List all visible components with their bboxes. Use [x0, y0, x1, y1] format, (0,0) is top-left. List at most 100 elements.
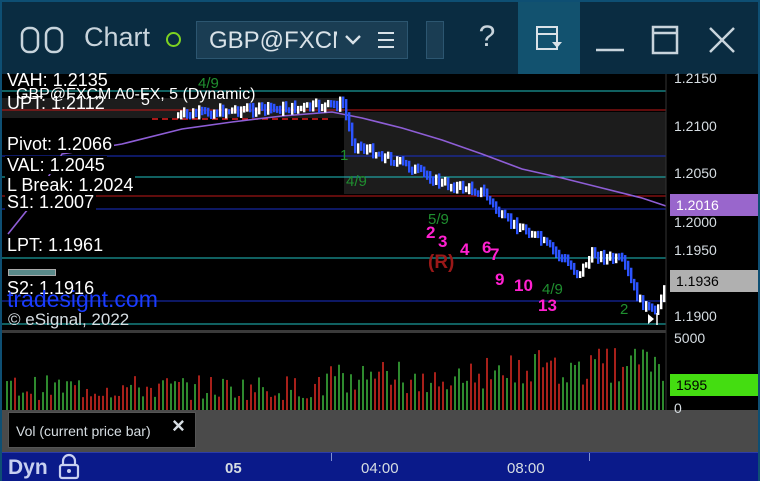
volume-bar	[58, 379, 60, 410]
volume-bar	[570, 362, 572, 410]
study-label[interactable]: Vol (current price bar)	[8, 412, 196, 448]
volume-bar	[510, 355, 512, 410]
window-title: Chart	[84, 22, 151, 52]
volume-bar	[294, 378, 296, 410]
volume-bar	[162, 380, 164, 410]
volume-bar	[330, 366, 332, 410]
price-chart[interactable]: 4/9 1 4/9 5/9 4/9 2	[2, 74, 758, 452]
price-bar	[576, 269, 579, 279]
volume-bar	[6, 381, 8, 410]
dock-icon	[536, 26, 562, 50]
volume-bar	[590, 355, 592, 410]
help-button[interactable]: ?	[472, 20, 502, 54]
volume-bar	[206, 393, 208, 410]
price-bar	[549, 239, 552, 248]
volume-bar	[266, 391, 268, 410]
price-bar	[399, 156, 402, 165]
volume-bar	[78, 380, 80, 410]
price-bar	[246, 103, 249, 112]
volume-bar	[62, 392, 64, 410]
minimize-icon[interactable]	[590, 20, 630, 60]
price-bar	[519, 223, 522, 233]
volume-bar	[214, 394, 216, 410]
volume-bar	[614, 348, 616, 410]
volume-bar	[554, 357, 556, 410]
link-icon[interactable]	[166, 32, 181, 47]
price-bar	[315, 98, 318, 108]
layout-icon[interactable]	[20, 24, 68, 56]
volume-bar	[342, 373, 344, 410]
price-bar	[249, 103, 252, 113]
volume-bar	[186, 382, 188, 410]
volume-bar	[122, 385, 124, 410]
dynamic-mode-button[interactable]: Dyn	[8, 456, 48, 480]
volume-bar	[190, 399, 192, 410]
volume-bar	[166, 378, 168, 410]
lock-icon[interactable]	[58, 453, 80, 480]
volume-bar	[550, 360, 552, 410]
time-tick: 08:00	[507, 460, 545, 477]
volume-bar	[318, 376, 320, 410]
price-bar	[543, 236, 546, 244]
volume-bar	[18, 395, 20, 410]
price-bar	[600, 251, 603, 263]
close-icon[interactable]	[702, 20, 742, 60]
chevron-down-icon[interactable]	[343, 28, 363, 52]
price-bar	[183, 107, 186, 118]
volume-bar	[202, 398, 204, 410]
price-bar	[552, 242, 555, 255]
price-bar	[483, 184, 486, 197]
volume-bar	[326, 373, 328, 410]
symbol-input[interactable]: GBP@FXCM	[196, 21, 408, 59]
price-bar	[186, 109, 189, 119]
volume-bar	[46, 375, 48, 410]
volume-tick: 0	[674, 400, 682, 416]
price-bar	[432, 176, 435, 186]
volume-bar	[158, 383, 160, 410]
volume-bar	[646, 351, 648, 410]
volume-bar	[398, 361, 400, 410]
volume-bar	[54, 382, 56, 410]
price-bar	[612, 252, 615, 264]
lpt-label: LPT: 1.1961	[5, 235, 106, 255]
interval-input[interactable]	[426, 21, 444, 59]
volume-bar	[234, 397, 236, 410]
volume-bar	[42, 392, 44, 410]
close-study-button[interactable]: ×	[172, 413, 185, 439]
volume-bar	[238, 395, 240, 410]
price-bar	[330, 100, 333, 108]
price-bar	[294, 100, 297, 114]
dock-button[interactable]	[518, 2, 580, 74]
price-bar	[489, 195, 492, 205]
volume-bar	[182, 378, 184, 410]
volume-bar	[618, 381, 620, 410]
price-bar	[222, 104, 225, 117]
seq-number: 10	[514, 276, 533, 295]
volume-tick: 5000	[674, 330, 706, 346]
price-bar	[438, 173, 441, 189]
volume-bar	[414, 373, 416, 410]
volume-bar	[130, 384, 132, 410]
price-bar	[555, 246, 558, 258]
last-price-tag: 1.1936	[670, 270, 758, 292]
price-bar	[264, 104, 267, 116]
price-bar	[180, 110, 183, 120]
price-bar	[306, 102, 309, 108]
volume-tag: 1595	[670, 374, 758, 396]
ma-price-tag: 1.2016	[670, 194, 758, 216]
price-bar	[486, 188, 489, 201]
volume-bar	[442, 381, 444, 410]
volume-bar	[98, 395, 100, 410]
volume-bar	[254, 392, 256, 410]
volume-bar	[634, 348, 636, 410]
menu-icon[interactable]	[377, 30, 395, 50]
price-tick: 1.1900	[674, 308, 717, 324]
volume-bar	[334, 376, 336, 410]
price-bar	[441, 178, 444, 187]
price-bar	[285, 101, 288, 113]
volume-bar	[222, 378, 224, 410]
volume-bar	[506, 377, 508, 410]
maximize-icon[interactable]	[645, 20, 685, 60]
volume-bar	[126, 387, 128, 410]
price-bar	[318, 99, 321, 114]
